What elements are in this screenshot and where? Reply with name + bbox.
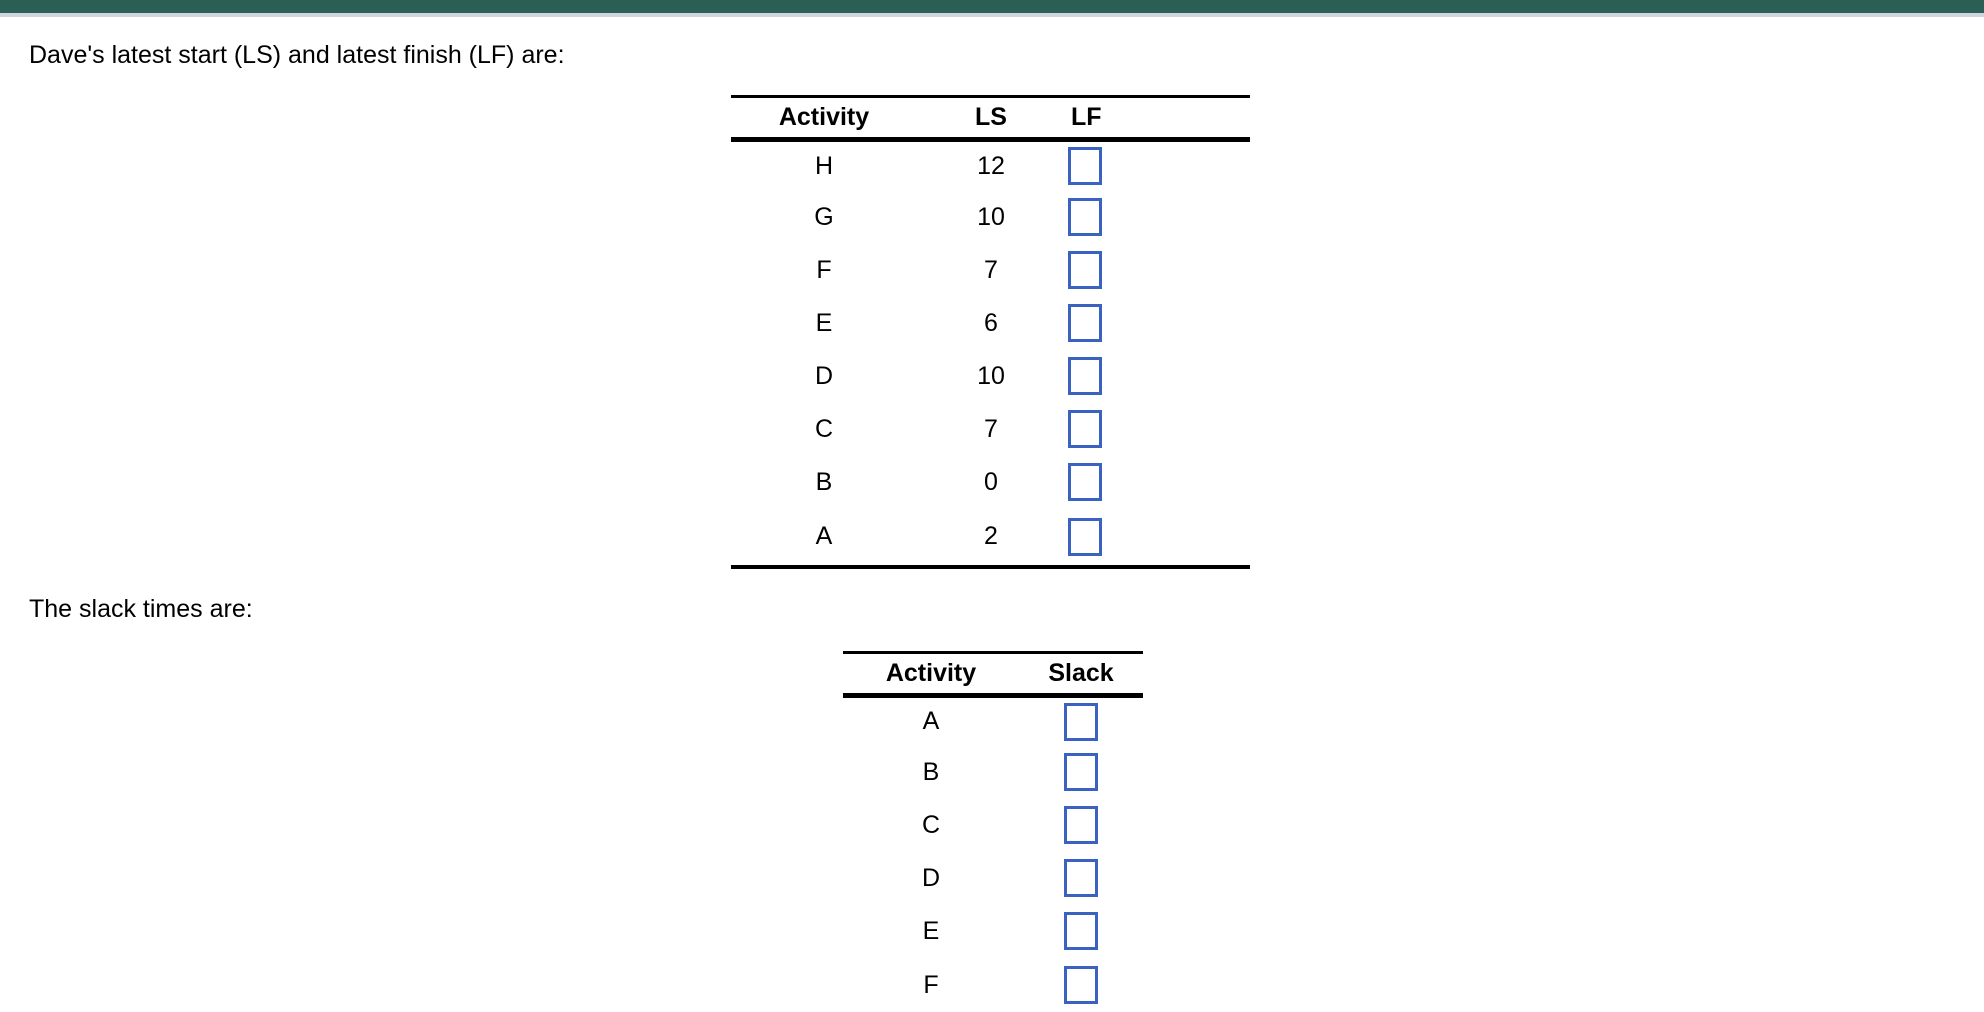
- cell-ls-value: 12: [977, 151, 1005, 180]
- cell-slack-input: [1019, 799, 1143, 852]
- lf-answer-input-b[interactable]: [1068, 463, 1102, 501]
- column-header-ls: LS: [917, 95, 1065, 142]
- cell-activity: F: [923, 970, 939, 999]
- cell-activity: D: [814, 361, 834, 390]
- cell-ls-value: 2: [917, 508, 1065, 569]
- cell-ls-value: 0: [984, 467, 998, 496]
- cell-lf-input: [1065, 350, 1250, 403]
- cell-ls-value: 10: [977, 202, 1005, 231]
- cell-ls-value: 7: [984, 255, 998, 284]
- table-row: G 10: [731, 191, 1250, 244]
- slack-answer-input-d[interactable]: [1064, 859, 1098, 897]
- column-header-slack: Slack: [1019, 651, 1143, 698]
- column-header-activity: Activity: [843, 651, 1019, 698]
- table-row: C7: [731, 403, 1250, 456]
- table-row: C: [843, 799, 1143, 852]
- question-page: Dave's latest start (LS) and latest fini…: [0, 17, 1984, 1012]
- table-row: D: [843, 852, 1143, 905]
- cell-activity: A: [922, 707, 940, 736]
- slack-times-table: Activity Slack ABCDEF: [843, 651, 1143, 1012]
- prompt-latest-start-latest-finish: Dave's latest start (LS) and latest fini…: [29, 41, 565, 69]
- table-header-row: Activity Slack: [843, 651, 1143, 698]
- lf-answer-input-c[interactable]: [1068, 410, 1102, 448]
- cell-ls-value: 7: [984, 414, 998, 443]
- cell-activity: A: [731, 508, 917, 569]
- column-header-lf: LF: [1065, 95, 1250, 142]
- table-body: H 12 G 10 F 7 E 6 D 10 C 7 B 0 A 2: [731, 140, 1250, 569]
- cell-activity: B: [922, 757, 940, 786]
- table-header: Activity Slack: [843, 651, 1143, 698]
- cell-lf-input: [1065, 140, 1250, 191]
- cell-slack-input: [1019, 746, 1143, 799]
- table-header: Activity LS LF: [731, 95, 1250, 142]
- slack-answer-input-e[interactable]: [1064, 912, 1098, 950]
- column-header-activity: Activity: [731, 95, 917, 142]
- browser-top-bar: [0, 0, 1984, 13]
- cell-activity: C: [814, 414, 834, 443]
- cell-lf-input: [1065, 244, 1250, 297]
- cell-ls-value: 6: [984, 308, 998, 337]
- cell-activity: E: [815, 308, 833, 337]
- cell-lf-input: [1065, 508, 1250, 569]
- cell-ls-value: 10: [977, 361, 1005, 390]
- lf-answer-input-d[interactable]: [1068, 357, 1102, 395]
- cell-activity: B: [815, 467, 833, 496]
- table-row: B: [843, 746, 1143, 799]
- cell-activity: G: [814, 202, 834, 231]
- slack-answer-input-f[interactable]: [1064, 966, 1098, 1004]
- lf-answer-input-h[interactable]: [1068, 147, 1102, 186]
- slack-answer-input-a[interactable]: [1064, 702, 1098, 741]
- cell-lf-input: [1065, 456, 1250, 509]
- prompt-slack-times: The slack times are:: [29, 595, 253, 623]
- cell-lf-input: [1065, 403, 1250, 456]
- table-row: E6: [731, 297, 1250, 350]
- table-row: A2: [731, 508, 1250, 569]
- cell-activity: H: [814, 151, 834, 180]
- cell-activity: F: [816, 255, 832, 284]
- cell-slack-input: [1019, 905, 1143, 958]
- cell-slack-input: [1019, 696, 1143, 746]
- table-row: F7: [731, 244, 1250, 297]
- lf-answer-input-g[interactable]: [1068, 198, 1102, 236]
- table-header-row: Activity LS LF: [731, 95, 1250, 142]
- table-row: A: [843, 696, 1143, 746]
- table-row: E: [843, 905, 1143, 958]
- cell-lf-input: [1065, 191, 1250, 244]
- table-row: B0: [731, 456, 1250, 509]
- table-body: ABCDEF: [843, 696, 1143, 1012]
- cell-activity: D: [921, 863, 941, 892]
- latest-start-latest-finish-table: Activity LS LF H 12 G 10 F 7 E 6 D 10 C 7 B 0 A 2: [731, 95, 1250, 569]
- slack-answer-input-b[interactable]: [1064, 753, 1098, 791]
- lf-answer-input-e[interactable]: [1068, 304, 1102, 342]
- lf-answer-input-a[interactable]: [1068, 517, 1102, 556]
- cell-slack-input: [1019, 958, 1143, 1012]
- cell-lf-input: [1065, 297, 1250, 350]
- table-row: F: [843, 958, 1143, 1012]
- cell-activity: E: [922, 916, 940, 945]
- cell-activity: C: [921, 810, 941, 839]
- lf-answer-input-f[interactable]: [1068, 251, 1102, 289]
- cell-slack-input: [1019, 852, 1143, 905]
- slack-answer-input-c[interactable]: [1064, 806, 1098, 844]
- table-row: H 12: [731, 140, 1250, 191]
- table-row: D 10: [731, 350, 1250, 403]
